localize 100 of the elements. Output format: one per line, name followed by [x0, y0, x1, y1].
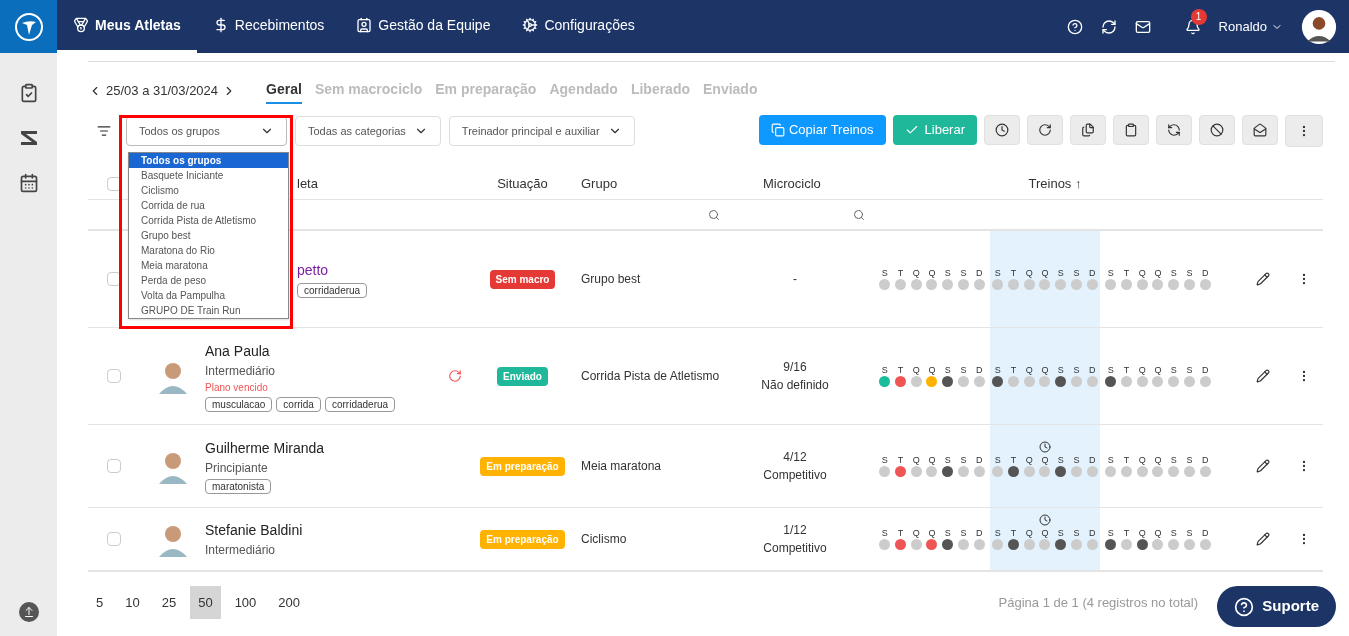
- filter-icon[interactable]: [97, 124, 111, 138]
- status-tab[interactable]: Geral: [266, 78, 302, 104]
- user-menu[interactable]: Ronaldo: [1218, 16, 1283, 37]
- page-size-option[interactable]: 10: [117, 586, 148, 619]
- more-button[interactable]: [1285, 115, 1323, 147]
- athlete-name[interactable]: Ana Paula: [205, 340, 440, 362]
- weekday-label: T: [897, 365, 904, 376]
- dropdown-option[interactable]: Corrida de rua: [129, 198, 288, 213]
- weekday-label: D: [1088, 528, 1096, 539]
- swap-icon: [1167, 123, 1181, 137]
- toolbar-icon-button[interactable]: [1199, 115, 1235, 145]
- toolbar-icon-button[interactable]: [984, 115, 1020, 145]
- dropdown-option[interactable]: Todos os grupos: [129, 153, 288, 168]
- microcycle-text: Competitivo: [763, 540, 827, 557]
- weekday-label: T: [1010, 268, 1017, 279]
- copy-icon: [771, 123, 785, 137]
- nav-tab[interactable]: Gestão da Equipe: [340, 0, 507, 53]
- weekday-label: S: [944, 455, 951, 466]
- pagination-info: Página 1 de 1 (4 registros no total): [998, 593, 1198, 612]
- weekday-label: Q: [928, 528, 936, 539]
- page-size-option[interactable]: 25: [153, 586, 185, 619]
- athlete-name[interactable]: Guilherme Miranda: [205, 438, 440, 459]
- date-range: 25/03 a 31/03/2024: [106, 82, 219, 101]
- status-badge: Enviado: [497, 366, 548, 386]
- toolbar-icon-button[interactable]: [1156, 115, 1192, 145]
- filter-select[interactable]: Todas as categorias: [295, 116, 441, 146]
- dropdown-option[interactable]: Ciclismo: [129, 183, 288, 198]
- edit-icon[interactable]: [1255, 272, 1270, 286]
- dropdown-option[interactable]: Perda de peso: [129, 273, 288, 288]
- status-badge: Em preparação: [480, 529, 565, 549]
- notification-icon[interactable]: [1184, 18, 1201, 35]
- sync-icon[interactable]: [1100, 18, 1117, 35]
- toolbar-icon-button[interactable]: [1242, 115, 1278, 145]
- renew-icon[interactable]: [448, 369, 462, 383]
- medal-icon: [73, 17, 89, 33]
- edit-icon[interactable]: [1255, 369, 1270, 383]
- toolbar-icon-button[interactable]: [1070, 115, 1106, 145]
- support-button[interactable]: Suporte: [1217, 586, 1336, 627]
- weekday-label: Q: [1154, 365, 1162, 376]
- page-size-option[interactable]: 100: [226, 586, 265, 619]
- weekday-label: Q: [1138, 365, 1146, 376]
- weekday-label: S: [1170, 528, 1177, 539]
- user-avatar[interactable]: [1301, 8, 1337, 45]
- edit-icon[interactable]: [1255, 532, 1270, 546]
- weekday-label: T: [1123, 528, 1130, 539]
- page-size-option[interactable]: 50: [190, 586, 221, 619]
- weekday-label: D: [1088, 365, 1096, 376]
- ruler-icon[interactable]: [18, 128, 39, 148]
- nav-tab[interactable]: Configurações: [506, 0, 651, 53]
- microcycle-text: 4/12: [783, 449, 807, 466]
- checkbox[interactable]: [107, 459, 121, 473]
- dropdown-option[interactable]: Basquete Iniciante: [129, 168, 288, 183]
- dropdown-option[interactable]: Volta da Pampulha: [129, 288, 288, 303]
- search-icon[interactable]: [708, 208, 720, 221]
- help-icon[interactable]: [1066, 18, 1083, 35]
- dropdown-option[interactable]: GRUPO DE Train Run: [129, 303, 288, 318]
- search-icon[interactable]: [853, 208, 865, 221]
- weekday-label: Q: [928, 268, 936, 279]
- group-name: Meia maratona: [581, 458, 662, 475]
- column-header: Microciclo: [762, 175, 822, 194]
- weekday-label: S: [960, 365, 967, 376]
- weekday-label: T: [1123, 365, 1130, 376]
- microcycle-text: 1/12: [783, 522, 807, 539]
- checkbox[interactable]: [107, 369, 121, 383]
- dropdown-option[interactable]: Grupo best: [129, 228, 288, 243]
- edit-icon[interactable]: [1255, 459, 1270, 473]
- calendar-icon[interactable]: [18, 173, 39, 193]
- column-header[interactable]: Treinos ↑: [870, 174, 1240, 194]
- page-size-option[interactable]: 5: [88, 586, 112, 619]
- notification-count: 1: [1190, 8, 1207, 25]
- nav-tab[interactable]: Meus Atletas: [57, 0, 197, 53]
- weekday-label: S: [994, 365, 1001, 376]
- logo-icon[interactable]: [13, 11, 44, 42]
- weekday-label: Q: [1041, 528, 1049, 539]
- dropdown-option[interactable]: Meia maratona: [129, 258, 288, 273]
- microcycle-text: Competitivo: [763, 467, 827, 484]
- check-icon: [904, 123, 919, 137]
- athlete-name[interactable]: Stefanie Baldini: [205, 519, 440, 541]
- weekday-label: Q: [1154, 455, 1162, 466]
- toolbar-icon-button[interactable]: [1027, 115, 1063, 145]
- weekday-label: S: [960, 268, 967, 279]
- mail-icon[interactable]: [1134, 18, 1151, 35]
- weekday-label: Q: [1025, 365, 1033, 376]
- dropdown-option[interactable]: Maratona do Rio: [129, 243, 288, 258]
- dropdown-option[interactable]: Corrida Pista de Atletismo: [129, 213, 288, 228]
- weekday-label: S: [1186, 455, 1193, 466]
- status-badge: Em preparação: [480, 456, 565, 476]
- toolbar-icon-button[interactable]: [1113, 115, 1149, 145]
- nav-tab[interactable]: Recebimentos: [196, 0, 341, 53]
- weekday-label: Q: [1138, 528, 1146, 539]
- weekday-label: S: [1073, 365, 1080, 376]
- filter-select[interactable]: Treinador principal e auxiliar: [448, 116, 635, 146]
- weekday-label: S: [1057, 528, 1064, 539]
- checkbox[interactable]: [107, 532, 121, 546]
- upload-icon[interactable]: [18, 602, 39, 622]
- weekday-label: Q: [1154, 268, 1162, 279]
- weekday-label: S: [881, 268, 888, 279]
- plan-status-label: Plano vencido: [205, 380, 269, 395]
- page-size-option[interactable]: 200: [270, 586, 309, 619]
- weekday-label: S: [960, 455, 967, 466]
